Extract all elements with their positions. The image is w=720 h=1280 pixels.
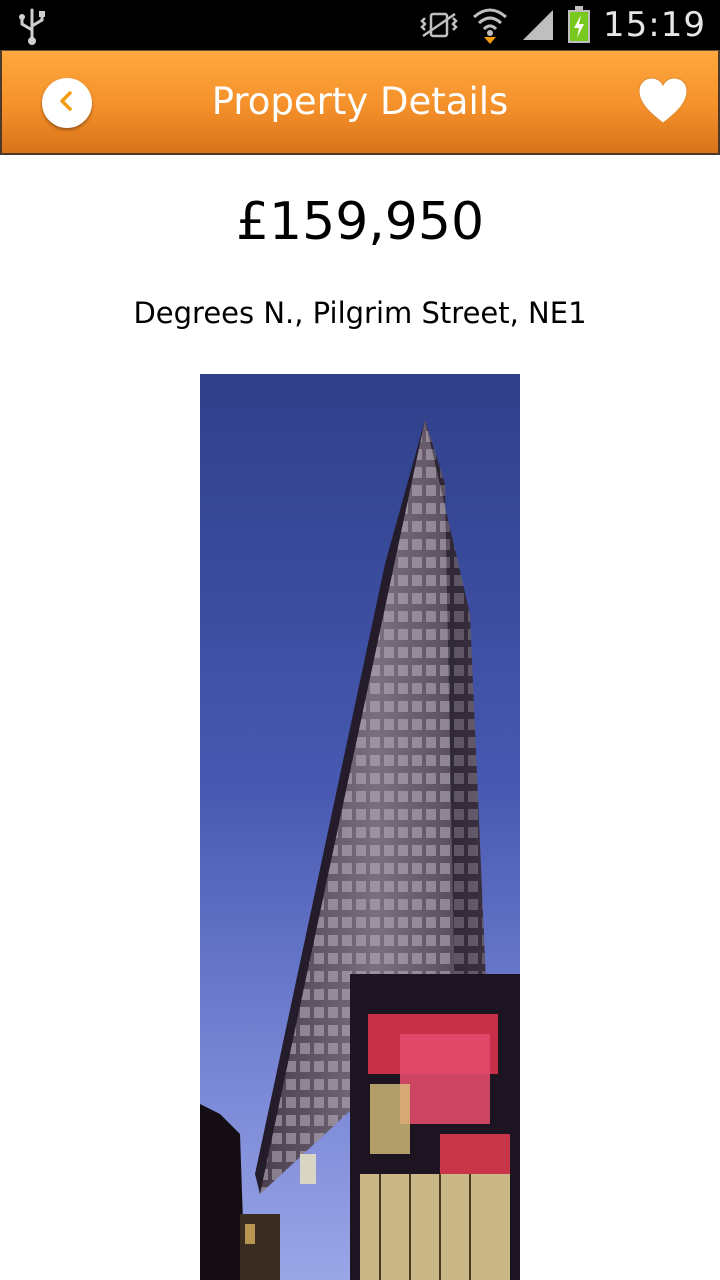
favorite-button[interactable]	[636, 75, 690, 129]
property-photo[interactable]	[200, 374, 520, 1280]
property-address: Degrees N., Pilgrim Street, NE1	[133, 296, 587, 330]
usb-icon	[14, 6, 50, 50]
page-title: Property Details	[211, 80, 509, 123]
app-header: Property Details	[0, 50, 720, 155]
property-price: £159,950	[235, 192, 485, 252]
status-clock: 15:19	[603, 5, 706, 45]
wifi-icon	[471, 5, 509, 45]
signal-icon	[521, 8, 555, 42]
mute-vibrate-icon	[419, 10, 459, 40]
heart-icon	[636, 77, 690, 133]
status-icons: 15:19	[407, 0, 706, 50]
battery-charging-icon	[567, 6, 591, 44]
status-bar: 15:19	[0, 0, 720, 50]
